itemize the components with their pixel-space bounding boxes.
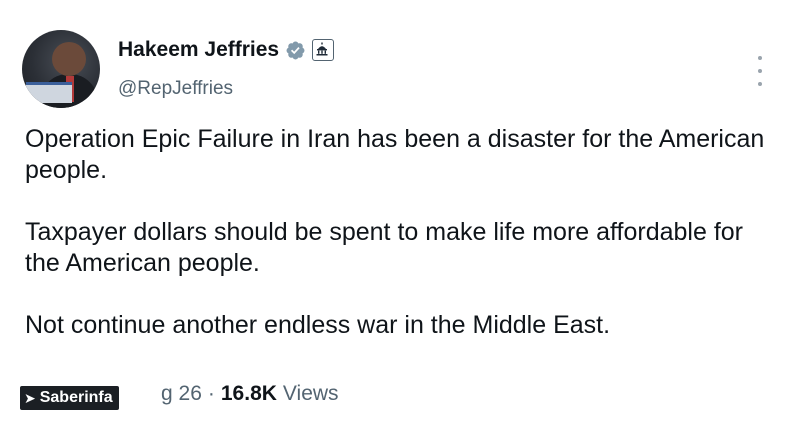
- avatar[interactable]: [22, 30, 100, 108]
- more-dot: [758, 56, 762, 60]
- tweet-paragraph: Operation Epic Failure in Iran has been …: [25, 125, 765, 184]
- avatar-head: [52, 42, 86, 76]
- more-dot: [758, 69, 762, 73]
- author-name[interactable]: Hakeem Jeffries: [118, 38, 279, 62]
- more-dot: [758, 82, 762, 86]
- author-name-row: Hakeem Jeffries: [118, 38, 335, 62]
- views-count: 16.8K: [220, 382, 277, 405]
- tweet-paragraph: Not continue another endless war in the …: [25, 311, 611, 339]
- telegram-plane-icon: ➤: [24, 389, 36, 406]
- author-handle[interactable]: @RepJeffries: [118, 78, 233, 100]
- capitol-building-icon[interactable]: [312, 39, 335, 61]
- views-label: Views: [282, 382, 339, 405]
- tweet-text: Operation Epic Failure in Iran has been …: [25, 124, 765, 372]
- watermark: ➤ Saberinfa: [20, 386, 119, 410]
- tweet-paragraph: Taxpayer dollars should be spent to make…: [25, 218, 743, 277]
- watermark-text: Saberinfa: [39, 389, 113, 406]
- meta-separator: ·: [207, 382, 215, 405]
- avatar-banner: [26, 82, 72, 103]
- tweet-timestamp[interactable]: g 26: [161, 382, 202, 406]
- verified-badge-icon[interactable]: [285, 40, 306, 61]
- more-options-icon[interactable]: [756, 56, 764, 86]
